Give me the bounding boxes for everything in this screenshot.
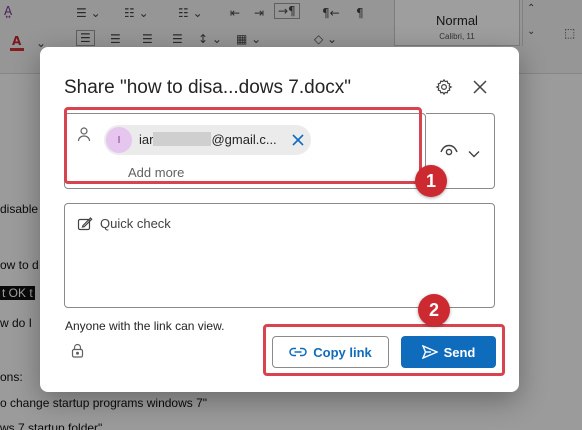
annotation-badge-2: 2 — [418, 294, 450, 326]
link-permission-text[interactable]: Anyone with the link can view. — [65, 319, 224, 333]
annotation-box-2 — [263, 324, 505, 376]
lock-icon — [71, 343, 84, 363]
annotation-box-1 — [64, 107, 422, 184]
message-placeholder: Quick check — [100, 216, 171, 231]
annotation-badge-1: 1 — [415, 165, 447, 197]
eye-icon — [440, 143, 458, 162]
chevron-down-icon — [468, 145, 480, 163]
message-field[interactable]: Quick check — [64, 203, 495, 308]
dialog-title: Share "how to disa...dows 7.docx" — [64, 77, 352, 98]
message-pencil-icon — [77, 216, 93, 237]
gear-icon[interactable] — [432, 75, 456, 99]
close-icon[interactable] — [468, 75, 492, 99]
